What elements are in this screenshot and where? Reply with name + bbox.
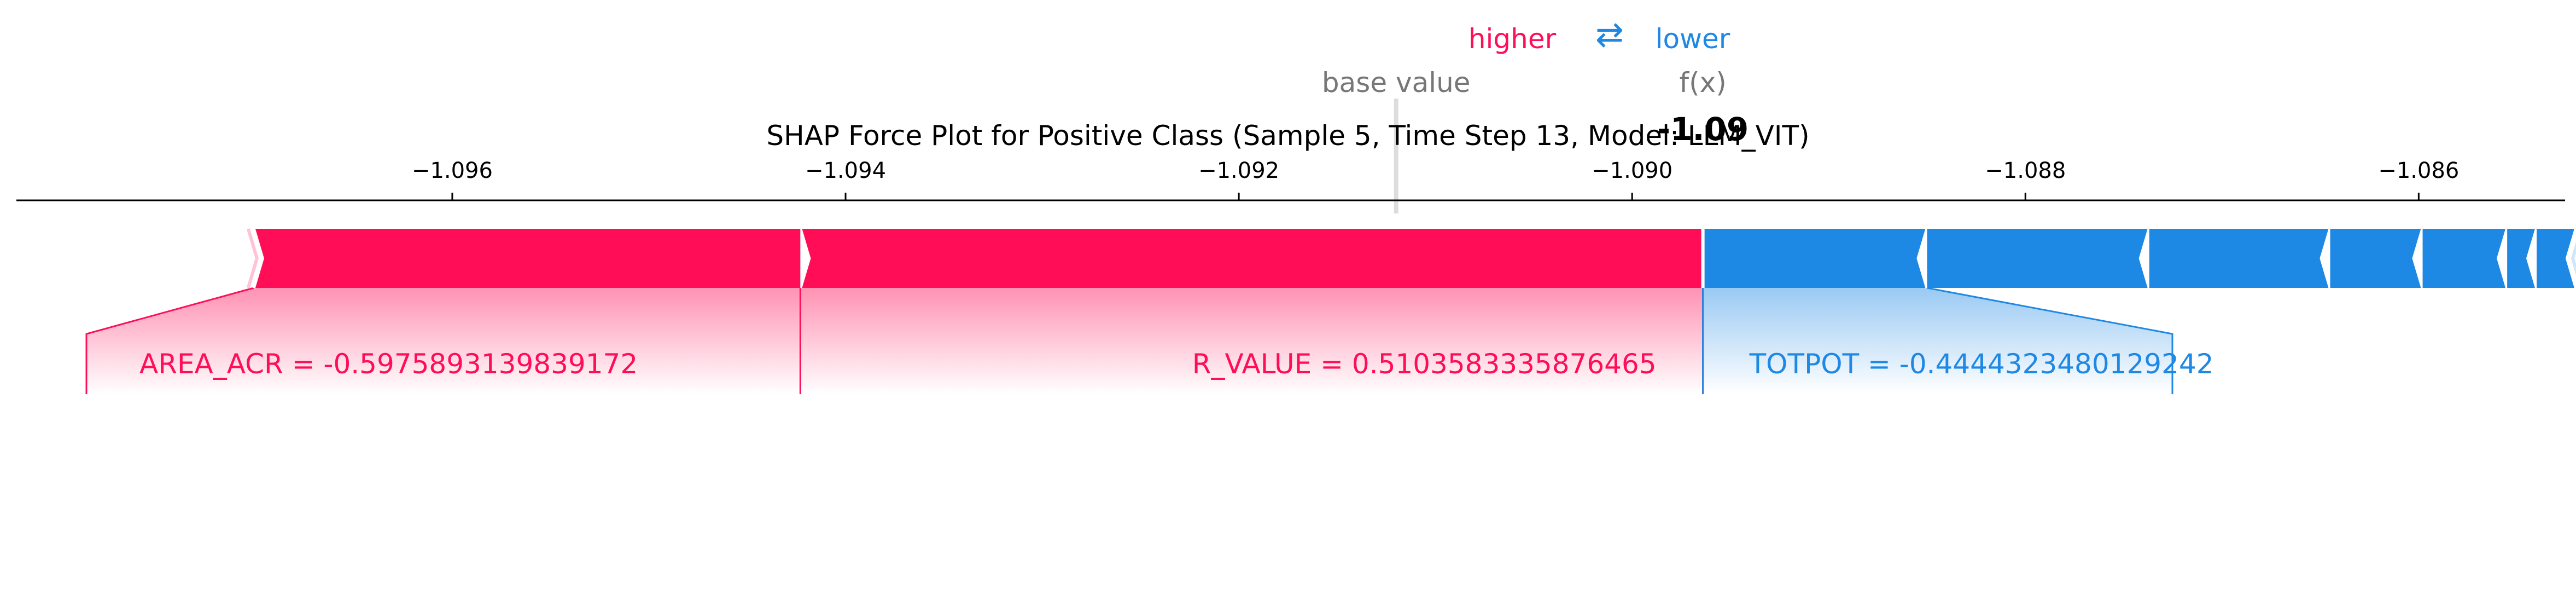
- legend-lower: lower: [1656, 23, 1730, 55]
- x-tick-label: −1.096: [412, 158, 493, 183]
- negative-force-bar: [2422, 229, 2508, 288]
- x-axis-ticks: −1.096 −1.094 −1.092 −1.090 −1.088 −1.086: [412, 158, 2459, 200]
- feature-label-totpot: TOTPOT = -0.4444323480129242: [1749, 348, 2214, 380]
- x-tick-label: −1.094: [805, 158, 886, 183]
- x-tick-label: −1.088: [1985, 158, 2066, 183]
- legend-higher: higher: [1468, 23, 1557, 55]
- x-tick-label: −1.090: [1592, 158, 1672, 183]
- base-value-label: base value: [1322, 67, 1471, 99]
- chart-title: SHAP Force Plot for Positive Class (Samp…: [766, 120, 1809, 152]
- shap-force-plot: higher ⇄ lower base value f(x) SHAP Forc…: [16, 14, 2576, 394]
- fx-label: f(x): [1680, 67, 1727, 99]
- feature-label-r-value: R_VALUE = 0.5103583335876465: [1192, 348, 1657, 380]
- negative-force-bar: [1703, 229, 1927, 288]
- feature-label-area-acr: AREA_ACR = -0.5975893139839172: [139, 348, 638, 380]
- negative-force-bar: [2537, 229, 2576, 288]
- legend-arrows-icon: ⇄: [1595, 14, 1624, 54]
- x-tick-label: −1.086: [2378, 158, 2459, 183]
- x-tick-label: −1.092: [1198, 158, 1279, 183]
- negative-force-bar: [2330, 229, 2423, 288]
- negative-force-bar: [2149, 229, 2330, 288]
- positive-force-bar: [253, 229, 801, 288]
- negative-force-bar: [2507, 229, 2537, 288]
- positive-force-bar: [800, 229, 1703, 288]
- fx-value: -1.09: [1657, 111, 1749, 148]
- force-bars: [246, 228, 2576, 288]
- negative-force-bar: [1927, 229, 2149, 288]
